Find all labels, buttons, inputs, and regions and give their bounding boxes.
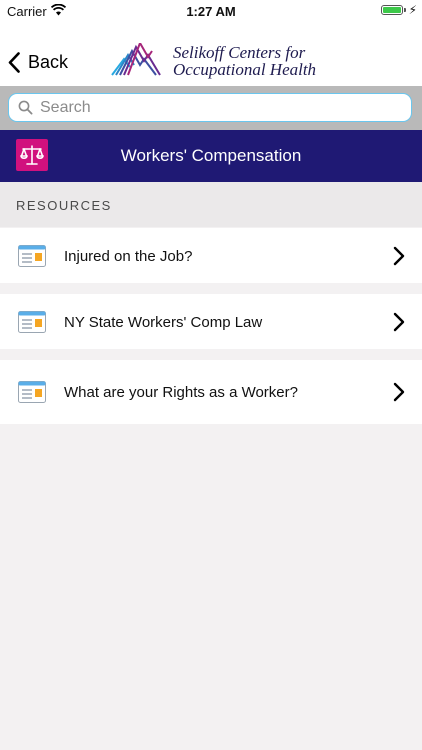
logo-mark-icon (111, 43, 161, 76)
search-bar-container (0, 86, 422, 130)
chevron-left-icon (8, 51, 20, 73)
list-item-label: Injured on the Job? (64, 248, 193, 265)
battery-level (383, 7, 401, 13)
list-item-label: What are your Rights as a Worker? (64, 384, 298, 401)
logo-line-2: Occupational Health (173, 60, 317, 79)
logo-text: Selikoff Centers for Occupational Health (173, 44, 316, 78)
chevron-right-icon (393, 312, 405, 332)
section-label: RESOURCES (16, 198, 112, 213)
category-title: Workers' Compensation (120, 146, 302, 165)
chevron-right-icon (393, 382, 405, 402)
chevron-right-icon (393, 246, 405, 266)
charging-bolt-icon: ⚡︎ (408, 3, 417, 17)
selikoff-logo: Selikoff Centers for Occupational Health (110, 42, 316, 82)
status-bar: Carrier 1:27 AM ⚡︎ (0, 0, 422, 22)
search-input[interactable] (40, 94, 405, 121)
list-item[interactable]: Injured on the Job? (0, 228, 422, 283)
search-icon (18, 100, 33, 115)
document-icon (18, 311, 46, 333)
document-icon (18, 245, 46, 267)
battery-cap (404, 8, 406, 12)
document-icon (18, 381, 46, 403)
navigation-bar: Back Selikoff Centers for Occupational H… (0, 22, 422, 86)
list-item-label: NY State Workers' Comp Law (64, 314, 263, 331)
back-button[interactable]: Back (8, 48, 68, 76)
clock: 1:27 AM (186, 4, 236, 19)
section-header: RESOURCES (0, 182, 422, 227)
category-header: Workers' Compensation (0, 130, 422, 182)
battery-icon (381, 5, 403, 15)
list-item[interactable]: NY State Workers' Comp Law (0, 294, 422, 349)
search-box[interactable] (8, 93, 412, 122)
back-label: Back (28, 51, 69, 72)
list-item[interactable]: What are your Rights as a Worker? (0, 360, 422, 424)
